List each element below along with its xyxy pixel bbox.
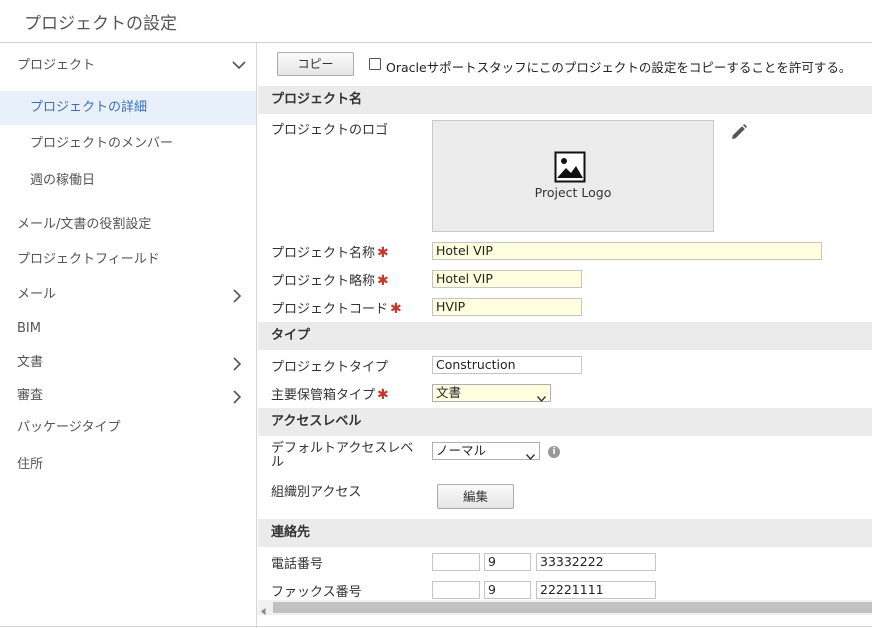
fax-label: ファックス番号 — [271, 585, 362, 600]
info-icon[interactable]: i — [548, 446, 560, 458]
org-access-label: 組織別アクセス — [271, 485, 362, 500]
sidebar-item-project-members[interactable]: プロジェクトのメンバー — [0, 127, 256, 161]
project-short-label: プロジェクト略称 ✱ — [271, 270, 389, 289]
image-icon — [554, 151, 586, 187]
sidebar-item-mail[interactable]: メール — [0, 278, 256, 312]
page-header: プロジェクトの設定 — [0, 0, 872, 43]
sidebar-item-project-fields[interactable]: プロジェクトフィールド — [0, 243, 256, 277]
project-type-field[interactable]: Construction — [432, 356, 582, 374]
sidebar-item-project[interactable]: プロジェクト — [0, 49, 256, 83]
required-asterisk-icon: ✱ — [377, 273, 389, 289]
section-access-level: アクセスレベル — [258, 408, 872, 436]
allow-copy-checkbox[interactable] — [369, 58, 381, 70]
scroll-left-icon[interactable] — [261, 604, 266, 619]
project-name-field[interactable]: Hotel VIP — [432, 242, 822, 260]
project-name-label: プロジェクト名称 ✱ — [271, 242, 389, 261]
sidebar-item-label: プロジェクトの詳細 — [30, 100, 148, 115]
logo-placeholder-text: Project Logo — [534, 185, 612, 200]
default-access-label: デフォルトアクセスレベル — [271, 441, 414, 470]
sidebar-item-bim[interactable]: BIM — [0, 312, 256, 346]
default-access-select[interactable]: ノーマル — [432, 442, 540, 461]
sidebar-item-label: 審査 — [17, 388, 44, 403]
chevron-down-icon — [525, 448, 536, 464]
phone-country-field[interactable] — [432, 553, 480, 571]
chevron-right-icon — [232, 278, 246, 312]
primary-container-label: 主要保管箱タイプ ✱ — [271, 384, 389, 403]
required-asterisk-icon: ✱ — [390, 301, 402, 317]
bottom-divider — [0, 626, 872, 627]
sidebar-item-label: プロジェクトフィールド — [17, 252, 160, 267]
project-logo-box: Project Logo — [432, 120, 714, 232]
project-name-label-text: プロジェクト名称 — [271, 246, 376, 261]
default-access-value: ノーマル — [436, 443, 487, 458]
chevron-right-icon — [232, 346, 246, 380]
scrollbar-thumb[interactable] — [273, 602, 872, 613]
required-asterisk-icon: ✱ — [377, 245, 389, 261]
sidebar-item-label: BIM — [17, 321, 41, 336]
sidebar-item-label: パッケージタイプ — [17, 420, 121, 435]
section-contact: 連絡先 — [258, 519, 872, 547]
sidebar-item-label: プロジェクト — [17, 58, 96, 73]
sidebar-item-documents[interactable]: 文書 — [0, 346, 256, 380]
sidebar-item-label: メール — [17, 287, 57, 302]
project-code-field[interactable]: HVIP — [432, 298, 582, 316]
fax-area-field[interactable]: 9 — [484, 581, 531, 599]
chevron-down-icon — [232, 49, 246, 83]
sidebar-item-project-details[interactable]: プロジェクトの詳細 — [0, 91, 256, 125]
sidebar-item-label: メール/文書の役割設定 — [17, 217, 152, 232]
primary-container-value: 文書 — [436, 385, 462, 400]
fax-country-field[interactable] — [432, 581, 480, 599]
phone-area-field[interactable]: 9 — [484, 553, 531, 571]
sidebar-item-work-days[interactable]: 週の稼働日 — [0, 164, 256, 198]
project-code-label: プロジェクトコード ✱ — [271, 298, 402, 317]
sidebar-item-label: 週の稼働日 — [30, 173, 96, 188]
project-type-label: プロジェクトタイプ — [271, 360, 389, 375]
required-asterisk-icon: ✱ — [377, 387, 389, 403]
page-title: プロジェクトの設定 — [24, 14, 177, 34]
project-code-label-text: プロジェクトコード — [271, 302, 389, 317]
primary-container-select[interactable]: 文書 — [432, 384, 551, 403]
sidebar-item-label: 文書 — [17, 355, 44, 370]
sidebar-item-review[interactable]: 審査 — [0, 379, 256, 413]
horizontal-scrollbar[interactable] — [258, 600, 872, 615]
fax-number-field[interactable]: 22221111 — [536, 581, 656, 599]
sidebar-item-label: 住所 — [17, 457, 44, 472]
project-short-label-text: プロジェクト略称 — [271, 274, 376, 289]
primary-container-label-text: 主要保管箱タイプ — [271, 388, 376, 403]
copy-button[interactable]: コピー — [277, 52, 354, 76]
sidebar-item-address[interactable]: 住所 — [0, 448, 256, 482]
phone-number-field[interactable]: 33332222 — [536, 553, 656, 571]
chevron-down-icon — [536, 390, 547, 406]
sidebar: プロジェクト プロジェクトの詳細 プロジェクトのメンバー 週の稼働日 メール/文… — [0, 43, 257, 628]
pencil-icon[interactable] — [730, 123, 748, 145]
allow-copy-label: Oracleサポートスタッフにこのプロジェクトの設定をコピーすることを許可する。 — [386, 60, 852, 75]
chevron-right-icon — [232, 379, 246, 413]
section-type: タイプ — [258, 322, 872, 350]
main-content: コピー Oracleサポートスタッフにこのプロジェクトの設定をコピーすることを許… — [258, 43, 872, 628]
phone-label: 電話番号 — [271, 557, 324, 572]
sidebar-item-label: プロジェクトのメンバー — [30, 136, 174, 151]
edit-button[interactable]: 編集 — [437, 484, 514, 509]
section-project-name: プロジェクト名 — [258, 86, 872, 114]
sidebar-item-mail-doc-roles[interactable]: メール/文書の役割設定 — [0, 208, 256, 242]
sidebar-item-package-types[interactable]: パッケージタイプ — [0, 411, 256, 445]
project-short-field[interactable]: Hotel VIP — [432, 270, 582, 288]
logo-label: プロジェクトのロゴ — [271, 123, 389, 138]
